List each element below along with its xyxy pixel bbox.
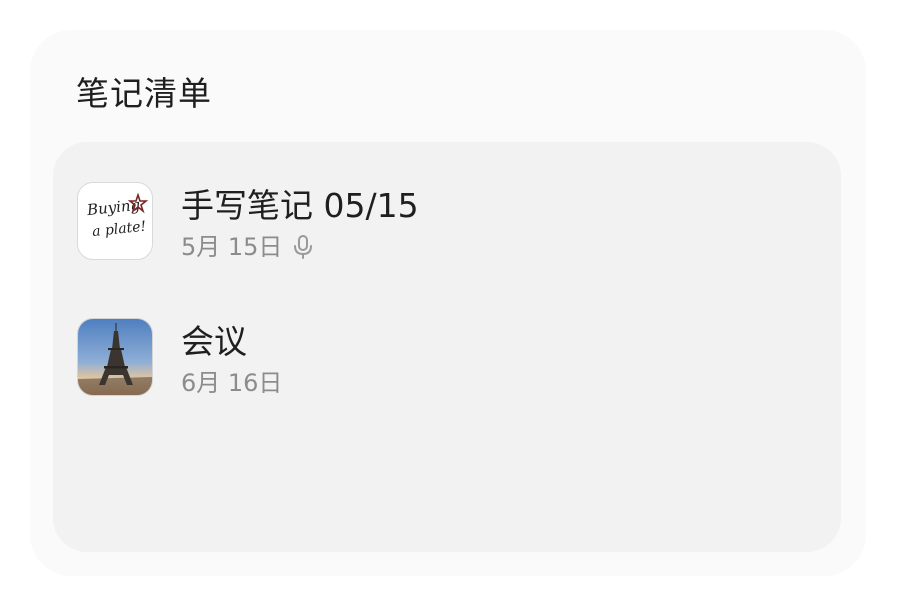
note-meta: 5月 15日 xyxy=(181,230,314,264)
note-title: 会议 xyxy=(181,322,247,361)
handwriting-thumbnail: Buying a plate! xyxy=(85,192,149,241)
microphone-icon xyxy=(294,235,313,259)
note-meta: 6月 16日 xyxy=(181,366,282,400)
notes-list: Buying a plate! 手写笔记 05/15 5月 15日 会议 6月 … xyxy=(53,142,841,552)
note-date: 6月 16日 xyxy=(181,369,283,397)
note-title: 手写笔记 05/15 xyxy=(181,186,419,225)
note-date: 5月 15日 xyxy=(181,233,283,261)
eiffel-tower-thumbnail xyxy=(78,319,152,395)
notes-list-widget[interactable]: 笔记清单 Buying a plate! 手写笔记 05/15 5月 15日 会… xyxy=(30,30,866,576)
list-item[interactable]: Buying a plate! 手写笔记 05/15 5月 15日 xyxy=(77,182,817,262)
thumbnail-handwriting-line1: Buying xyxy=(85,196,141,220)
note-thumbnail xyxy=(77,318,153,396)
list-item[interactable]: 会议 6月 16日 xyxy=(77,318,817,398)
thumbnail-handwriting-line2: a plate! xyxy=(91,219,147,241)
note-thumbnail: Buying a plate! xyxy=(77,182,153,260)
widget-title: 笔记清单 xyxy=(76,74,212,113)
